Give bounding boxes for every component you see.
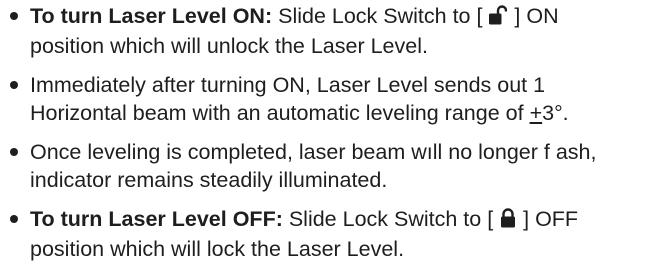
item-line: position which will unlock the Laser Lev… xyxy=(30,34,428,58)
locked-padlock-icon xyxy=(500,207,516,235)
item-text: ] OFF xyxy=(517,207,579,231)
plus-minus-sign: + xyxy=(529,101,543,125)
item-line: To turn Laser Level OFF: Slide Lock Swit… xyxy=(30,205,665,235)
item-line: indicator remains steadily illuminated. xyxy=(30,168,388,192)
list-item: To turn Laser Level ON: Slide Lock Switc… xyxy=(0,2,665,60)
item-line: position which will lock the Laser Level… xyxy=(30,237,405,261)
item-line: Immediately after turning ON, Laser Leve… xyxy=(30,73,546,97)
item-text: Horizontal beam with an automatic leveli… xyxy=(30,101,530,125)
item-text: Slide Lock Switch to [ xyxy=(282,207,500,231)
item-text: 3°. xyxy=(542,101,569,125)
item-line: To turn Laser Level ON: Slide Lock Switc… xyxy=(30,2,665,32)
bullet xyxy=(10,215,18,223)
bullet xyxy=(10,81,18,89)
bullet xyxy=(10,148,18,156)
bullet xyxy=(10,12,18,20)
item-line: Horizontal beam with an automatic leveli… xyxy=(30,99,665,127)
list-item: Immediately after turning ON, Laser Leve… xyxy=(0,71,665,127)
item-line: Once leveling is completed, laser beam w… xyxy=(30,140,597,164)
list-item: Once leveling is completed, laser beam w… xyxy=(0,138,665,194)
item-text: ] ON xyxy=(508,4,559,28)
list-item: To turn Laser Level OFF: Slide Lock Swit… xyxy=(0,205,665,263)
turn-off-heading: To turn Laser Level OFF: xyxy=(30,207,283,231)
unlocked-padlock-icon xyxy=(489,4,508,32)
turn-on-heading: To turn Laser Level ON: xyxy=(30,4,273,28)
instruction-list: To turn Laser Level ON: Slide Lock Switc… xyxy=(0,2,665,274)
item-text: Slide Lock Switch to [ xyxy=(272,4,489,28)
